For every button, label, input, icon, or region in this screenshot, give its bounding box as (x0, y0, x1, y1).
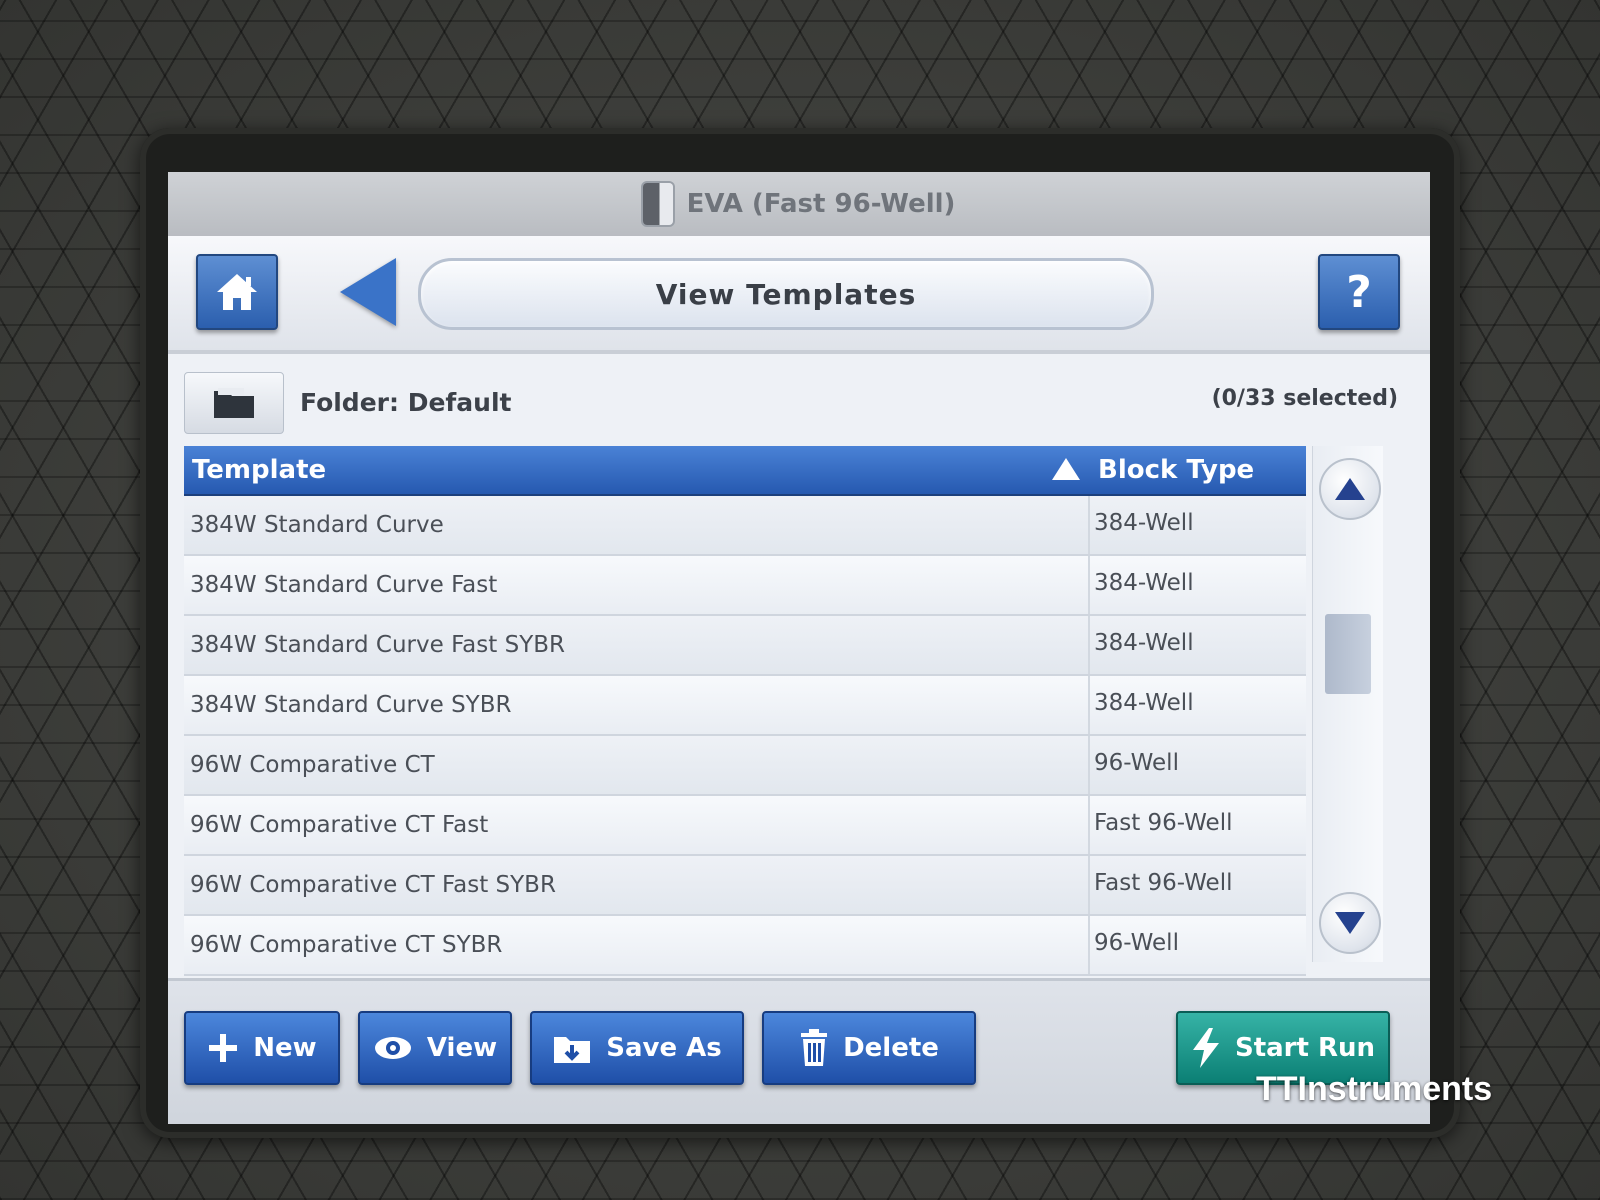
home-button[interactable] (196, 254, 278, 330)
table-row[interactable]: 384W Standard Curve Fast 384-Well (184, 556, 1306, 616)
templates-table: Template Block Type 384W Standard Curve … (184, 446, 1306, 976)
home-icon (217, 274, 257, 310)
column-divider (1088, 496, 1090, 554)
column-divider (1088, 736, 1090, 794)
folder-save-icon (552, 1031, 592, 1065)
template-name: 384W Standard Curve Fast SYBR (190, 632, 565, 658)
table-body: 384W Standard Curve 384-Well 384W Standa… (184, 496, 1306, 976)
table-row[interactable]: 96W Comparative CT SYBR 96-Well (184, 916, 1306, 976)
instrument-icon (642, 183, 673, 225)
save-as-button-label: Save As (606, 1033, 722, 1063)
lightning-icon (1191, 1028, 1221, 1068)
column-divider (1088, 856, 1090, 914)
column-header-template[interactable]: Template (192, 455, 326, 485)
column-divider (1088, 556, 1090, 614)
column-header-block-type[interactable]: Block Type (1098, 455, 1254, 485)
back-arrow-icon[interactable] (340, 258, 396, 326)
view-button[interactable]: View (358, 1011, 512, 1085)
plus-icon (207, 1032, 239, 1064)
arrow-down-icon (1335, 912, 1365, 934)
nav-bar: View Templates ? (168, 236, 1430, 354)
table-row[interactable]: 96W Comparative CT Fast Fast 96-Well (184, 796, 1306, 856)
table-row[interactable]: 384W Standard Curve 384-Well (184, 496, 1306, 556)
template-name: 384W Standard Curve SYBR (190, 692, 512, 718)
table-row[interactable]: 384W Standard Curve SYBR 384-Well (184, 676, 1306, 736)
column-divider (1088, 616, 1090, 674)
table-row[interactable]: 96W Comparative CT 96-Well (184, 736, 1306, 796)
help-button[interactable]: ? (1318, 254, 1400, 330)
scroll-thumb[interactable] (1325, 614, 1371, 694)
arrow-up-icon (1335, 478, 1365, 500)
watermark: TTInstruments (1256, 1070, 1493, 1108)
template-name: 96W Comparative CT Fast (190, 812, 489, 838)
column-divider (1088, 796, 1090, 854)
table-header: Template Block Type (184, 446, 1306, 496)
folder-button[interactable] (184, 372, 284, 434)
folder-bar: Folder: Default (0/33 selected) (184, 372, 1398, 434)
page-title: View Templates (418, 258, 1154, 330)
folder-icon (214, 388, 254, 418)
save-as-button[interactable]: Save As (530, 1011, 744, 1085)
table-scrollbar[interactable] (1312, 446, 1383, 962)
new-button[interactable]: New (184, 1011, 340, 1085)
scroll-down-button[interactable] (1319, 892, 1381, 954)
template-name: 96W Comparative CT Fast SYBR (190, 872, 556, 898)
column-divider (1088, 676, 1090, 734)
template-name: 384W Standard Curve Fast (190, 572, 498, 598)
scroll-up-button[interactable] (1319, 458, 1381, 520)
eye-icon (373, 1035, 413, 1061)
touch-screen: EVA (Fast 96-Well) View Templates ? Fold… (168, 172, 1430, 1124)
window-title: EVA (Fast 96-Well) (686, 189, 956, 219)
template-name: 384W Standard Curve (190, 512, 444, 538)
selected-count: (0/33 selected) (1211, 386, 1398, 411)
sort-ascending-icon[interactable] (1052, 458, 1080, 480)
template-name: 96W Comparative CT (190, 752, 435, 778)
delete-button[interactable]: Delete (762, 1011, 976, 1085)
template-name: 96W Comparative CT SYBR (190, 932, 503, 958)
table-row[interactable]: 96W Comparative CT Fast SYBR Fast 96-Wel… (184, 856, 1306, 916)
action-toolbar: New View Save As Delete Start Run (168, 978, 1430, 1124)
delete-button-label: Delete (843, 1033, 939, 1063)
trash-icon (799, 1029, 829, 1067)
new-button-label: New (253, 1033, 317, 1063)
view-button-label: View (426, 1033, 498, 1063)
title-bar: EVA (Fast 96-Well) (168, 172, 1430, 236)
column-divider (1088, 916, 1090, 974)
folder-label: Folder: Default (300, 388, 512, 417)
start-run-button-label: Start Run (1234, 1033, 1376, 1063)
table-row[interactable]: 384W Standard Curve Fast SYBR 384-Well (184, 616, 1306, 676)
